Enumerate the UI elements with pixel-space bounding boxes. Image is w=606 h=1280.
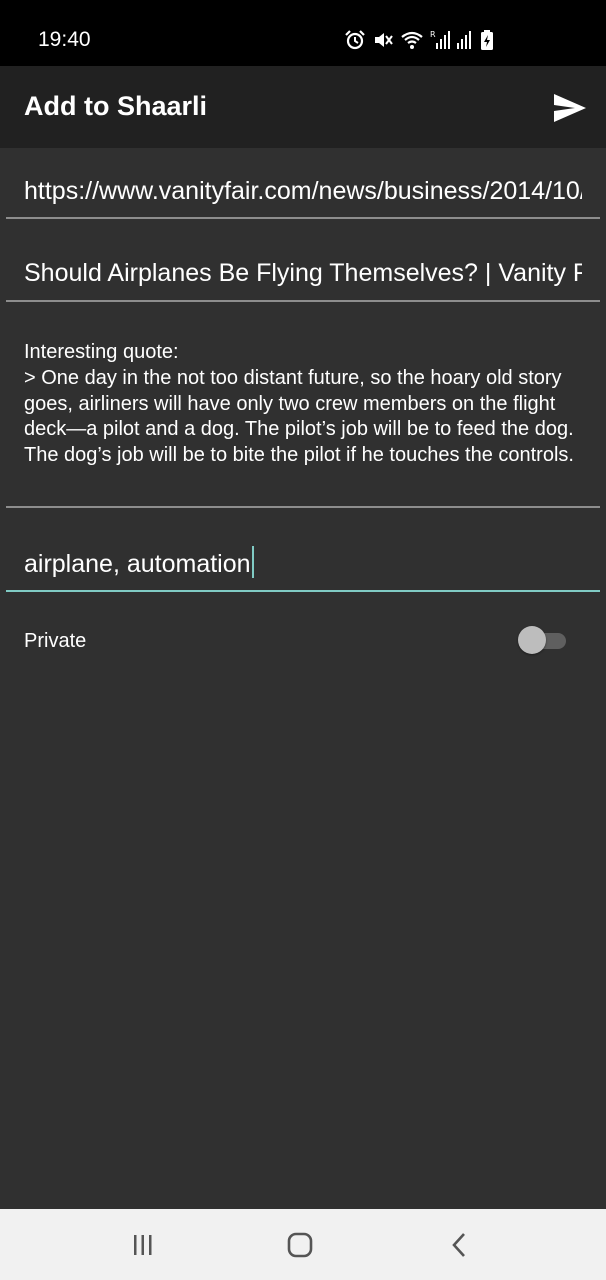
- private-label: Private: [24, 630, 87, 652]
- title-field[interactable]: Should Airplanes Be Flying Themselves? |…: [6, 232, 600, 302]
- text-cursor: [251, 546, 254, 578]
- tags-field[interactable]: airplane, automation: [6, 520, 600, 592]
- status-bar: 19:40 R: [0, 0, 606, 66]
- private-toggle[interactable]: [518, 625, 568, 655]
- url-field[interactable]: https://www.vanityfair.com/news/business…: [6, 150, 600, 219]
- toggle-thumb: [518, 626, 546, 654]
- battery-charging-icon: [480, 29, 494, 51]
- back-icon: [452, 1233, 465, 1257]
- recent-apps-button[interactable]: [123, 1225, 163, 1265]
- description-value: Interesting quote: > One day in the not …: [24, 341, 574, 467]
- recent-apps-icon: [134, 1235, 152, 1255]
- page-title: Add to Shaarli: [24, 91, 208, 121]
- private-row: Private: [0, 612, 606, 668]
- svg-text:R: R: [430, 30, 436, 39]
- navigation-bar: [0, 1209, 606, 1280]
- description-field[interactable]: Interesting quote: > One day in the not …: [6, 320, 600, 508]
- signal-roaming-icon: R: [430, 29, 450, 51]
- send-button[interactable]: [548, 86, 592, 130]
- alarm-icon: [344, 29, 366, 51]
- wifi-icon: [400, 29, 424, 51]
- status-icons: R: [344, 28, 494, 52]
- signal-icon: [456, 29, 474, 51]
- status-time: 19:40: [38, 28, 91, 51]
- tags-value: airplane, automation: [24, 550, 251, 578]
- vibrate-mute-icon: [372, 29, 394, 51]
- back-button[interactable]: [439, 1225, 479, 1265]
- home-button[interactable]: [280, 1225, 320, 1265]
- url-value: https://www.vanityfair.com/news/business…: [24, 177, 582, 205]
- title-value: Should Airplanes Be Flying Themselves? |…: [24, 259, 582, 287]
- home-icon: [287, 1232, 313, 1258]
- send-icon: [554, 94, 586, 122]
